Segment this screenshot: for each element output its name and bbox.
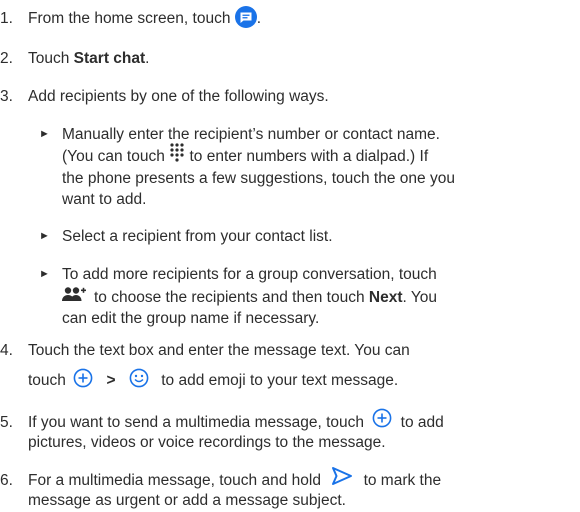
step-text-part: Touch — [28, 50, 74, 67]
bullet-text: To add more recipients for a group conve… — [62, 266, 437, 283]
add-icon — [73, 368, 93, 388]
bullet-continuation: can edit the group name if necessary. — [62, 310, 320, 327]
step-number: 3. — [0, 88, 13, 105]
bullet-continuation: (You can touch to enter numbers with a d… — [62, 143, 568, 167]
bullet-marker: ► — [39, 230, 50, 242]
step-text: Add recipients by one of the following w… — [28, 88, 329, 105]
bullet-continuation: want to add. — [62, 191, 147, 208]
start-chat-label: Start chat — [73, 50, 146, 67]
step-text-part: . — [256, 10, 262, 28]
group-add-icon — [62, 286, 86, 304]
step-text-part: For a multimedia message, touch and hold — [28, 472, 321, 489]
step-text: From the home screen, touch . — [28, 6, 568, 30]
add-icon — [372, 408, 392, 428]
bullet-text-part: (You can touch — [62, 148, 165, 165]
step-text: touch > to add emoji to your text messag… — [28, 368, 568, 391]
bullet-continuation: the phone presents a few suggestions, to… — [62, 170, 455, 187]
bullet-text: Select a recipient from your contact lis… — [62, 228, 333, 245]
step-text: Touch Start chat. — [28, 48, 568, 69]
step-text-part: to add — [400, 414, 444, 431]
separator-glyph: > — [106, 372, 116, 389]
step-text: Touch the text box and enter the message… — [28, 342, 410, 359]
step-text: pictures, videos or voice recordings to … — [28, 434, 386, 451]
step-number: 1. — [0, 10, 13, 27]
dialpad-icon — [169, 142, 185, 162]
bullet-marker: ► — [39, 128, 50, 140]
step-text-part: From the home screen, touch — [28, 10, 231, 28]
step-text: If you want to send a multimedia message… — [28, 408, 568, 433]
next-label: Next — [368, 289, 403, 306]
bullet-marker: ► — [39, 268, 50, 280]
step-text-part: to mark the — [363, 472, 442, 489]
bullet-continuation: to choose the recipients and then touch … — [62, 287, 568, 308]
step-number: 4. — [0, 342, 13, 359]
bullet-text-part: . You — [402, 289, 438, 306]
bullet-text-part: to choose the recipients and then touch — [94, 289, 369, 306]
step-text-part: touch — [28, 372, 66, 389]
bullet-text-part: to enter numbers with a dialpad.) If — [189, 148, 429, 165]
send-icon — [331, 466, 353, 486]
step-text: For a multimedia message, touch and hold… — [28, 466, 568, 491]
bullet-text: Manually enter the recipient’s number or… — [62, 126, 440, 143]
step-text-part: to add emoji to your text message. — [161, 372, 399, 389]
messages-app-icon — [234, 6, 257, 28]
emoji-icon — [129, 368, 149, 388]
step-number: 5. — [0, 414, 13, 431]
step-text-part: If you want to send a multimedia message… — [28, 414, 365, 431]
step-number: 2. — [0, 50, 13, 67]
step-number: 6. — [0, 472, 13, 489]
step-text-part: . — [145, 50, 150, 67]
step-text: message as urgent or add a message subje… — [28, 492, 346, 509]
